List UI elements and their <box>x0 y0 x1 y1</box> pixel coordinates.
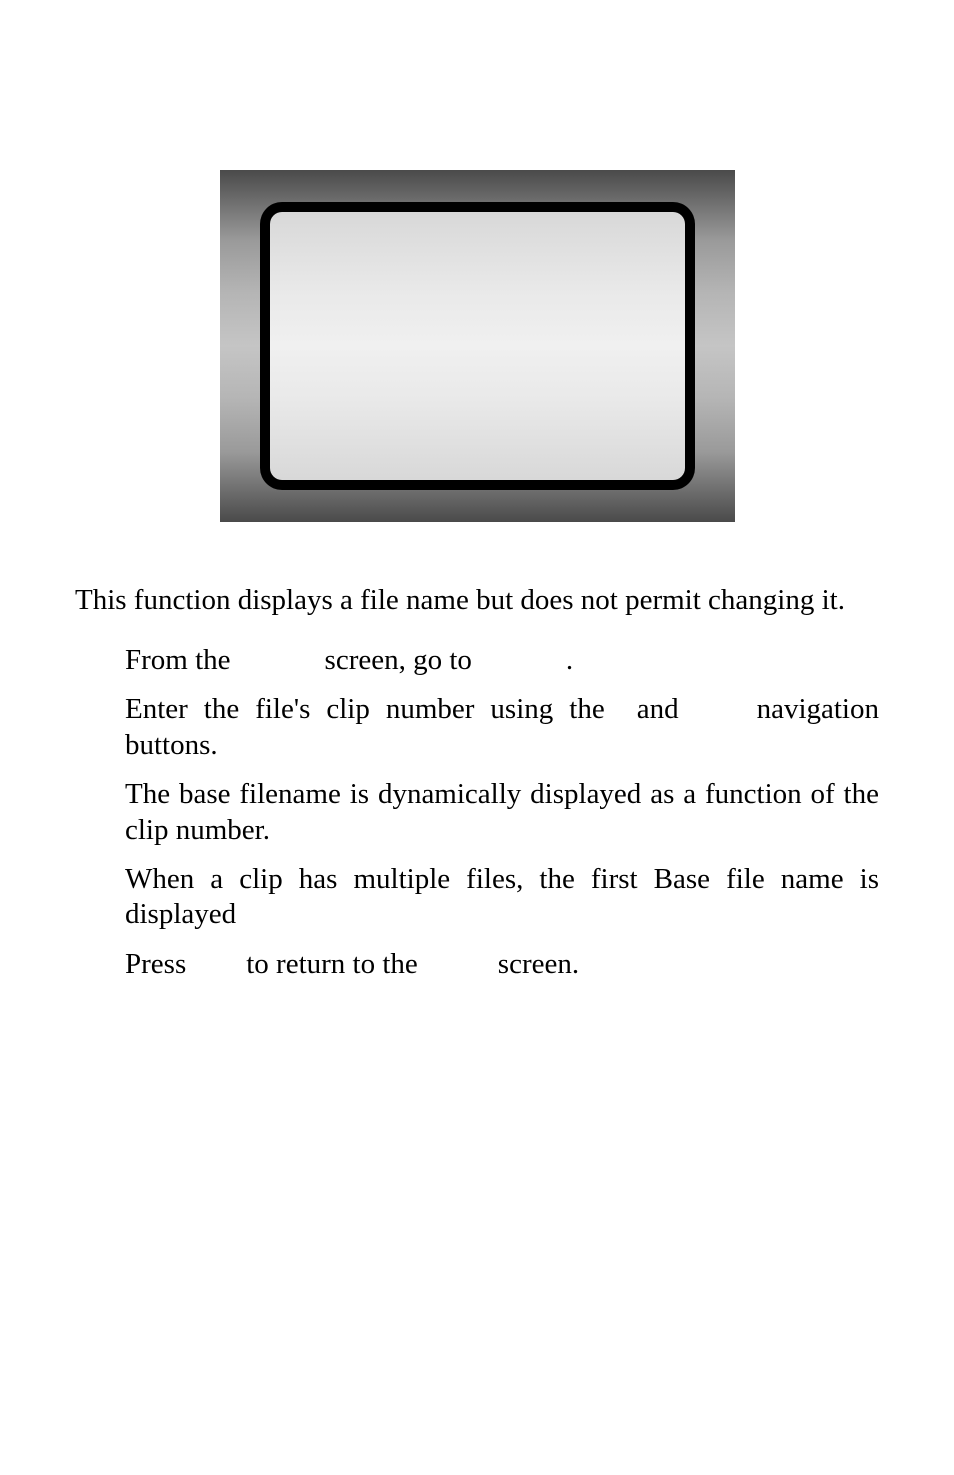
device-screen <box>270 212 685 480</box>
step-5-part-c: screen. <box>498 948 579 980</box>
step-3: The base filename is dynamically display… <box>125 777 879 848</box>
intro-text: This function displays a file name but d… <box>75 582 879 619</box>
step-1-part-b: screen, go to <box>325 644 472 676</box>
step-2-part-a: Enter the file's clip number using the <box>125 693 605 725</box>
step-1-part-a: From the <box>125 644 231 676</box>
step-5-part-a: Press <box>125 948 186 980</box>
step-1: From the screen, go to. <box>125 643 879 678</box>
step-2: Enter the file's clip number using the an… <box>125 692 879 763</box>
step-1-part-c: . <box>566 644 573 676</box>
step-5-part-b: to return to the <box>246 948 418 980</box>
step-4: When a clip has multiple files, the firs… <box>125 862 879 933</box>
step-5: Press to return to the screen. <box>125 947 879 982</box>
step-2-part-b: and <box>637 693 679 725</box>
device-bezel <box>260 202 695 490</box>
device-frame <box>220 170 735 522</box>
